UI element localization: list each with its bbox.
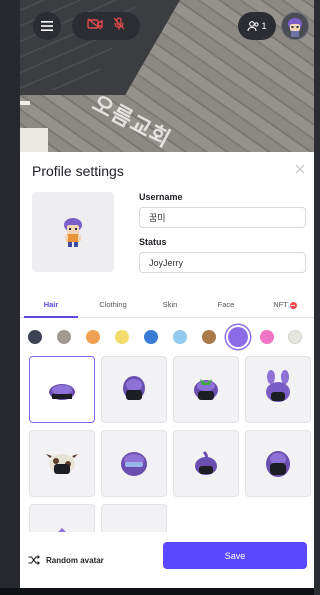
- random-avatar-button[interactable]: Random avatar: [28, 552, 104, 568]
- active-tab-indicator: [24, 316, 78, 318]
- panel-title: Profile settings: [32, 163, 124, 179]
- hair-style-icon: [194, 378, 218, 400]
- hair-option-tile[interactable]: [173, 356, 239, 423]
- hair-style-icon: [195, 450, 217, 475]
- save-button[interactable]: Save: [163, 542, 307, 569]
- hair-color-swatch[interactable]: [115, 330, 129, 344]
- hair-style-icon: [121, 451, 147, 476]
- hair-color-swatch[interactable]: [202, 330, 216, 344]
- mic-off-icon: [113, 17, 125, 30]
- hair-option-tile[interactable]: [245, 356, 311, 423]
- avatar-preview: [32, 192, 114, 272]
- nft-badge-icon: [289, 301, 297, 309]
- hamburger-icon: [41, 21, 53, 31]
- hair-color-swatch[interactable]: [144, 330, 158, 344]
- hair-color-swatches: [20, 327, 314, 348]
- close-icon: [295, 164, 305, 174]
- map-road-mark: [20, 101, 30, 105]
- tab-nft[interactable]: NFT: [260, 300, 310, 309]
- people-icon: [247, 20, 260, 31]
- left-gutter: [0, 0, 20, 595]
- hair-style-icon: [123, 375, 145, 400]
- bottom-bar: [0, 588, 314, 595]
- map-road-mark: [20, 128, 48, 152]
- tab-face[interactable]: Face: [206, 300, 246, 309]
- menu-button[interactable]: [33, 12, 61, 40]
- avatar-button[interactable]: [281, 12, 309, 40]
- camera-off-icon: [87, 18, 103, 30]
- tab-clothing[interactable]: Clothing: [93, 300, 133, 309]
- hair-style-icon: [266, 450, 290, 477]
- hair-option-tile[interactable]: [29, 430, 95, 497]
- tab-hair[interactable]: Hair: [31, 300, 71, 309]
- hair-style-icon: [46, 453, 78, 474]
- camera-off-button[interactable]: [87, 17, 103, 35]
- profile-settings-panel: Profile settings Username 꿈미 Status JoyJ…: [20, 152, 314, 588]
- username-field[interactable]: 꿈미: [139, 207, 306, 228]
- hair-option-tile[interactable]: [101, 356, 167, 423]
- customization-tabs: Hair Clothing Skin Face NFT: [20, 300, 314, 318]
- hair-option-tile[interactable]: [29, 356, 95, 423]
- status-label: Status: [139, 237, 167, 247]
- random-avatar-label: Random avatar: [46, 555, 104, 565]
- shuffle-icon: [28, 555, 40, 565]
- tab-skin[interactable]: Skin: [150, 300, 190, 309]
- hair-color-swatch[interactable]: [86, 330, 100, 344]
- hair-color-swatch[interactable]: [260, 330, 274, 344]
- status-field[interactable]: JoyJerry: [139, 252, 306, 273]
- hair-color-swatch[interactable]: [228, 327, 248, 347]
- tab-nft-label: NFT: [273, 300, 288, 309]
- hair-option-tile[interactable]: [101, 430, 167, 497]
- hair-color-swatch[interactable]: [173, 330, 187, 344]
- hair-color-swatch[interactable]: [28, 330, 42, 344]
- username-label: Username: [139, 192, 183, 202]
- close-button[interactable]: [292, 161, 308, 177]
- avatar-icon: [288, 18, 302, 37]
- hair-style-grid: [28, 356, 314, 536]
- media-controls: [72, 12, 140, 40]
- hair-color-swatch[interactable]: [57, 330, 71, 344]
- participants-button[interactable]: 1: [238, 12, 276, 40]
- map-label: 오름교회: [87, 91, 175, 152]
- hair-option-tile[interactable]: [173, 430, 239, 497]
- participants-count: 1: [261, 21, 267, 31]
- hair-option-tile[interactable]: [245, 430, 311, 497]
- mic-off-button[interactable]: [113, 17, 125, 35]
- avatar-preview-image: [64, 218, 82, 247]
- panel-footer: Random avatar Save: [20, 532, 314, 588]
- hair-style-icon: [266, 369, 290, 402]
- hair-style-icon: [49, 383, 75, 400]
- hair-color-swatch[interactable]: [288, 330, 302, 344]
